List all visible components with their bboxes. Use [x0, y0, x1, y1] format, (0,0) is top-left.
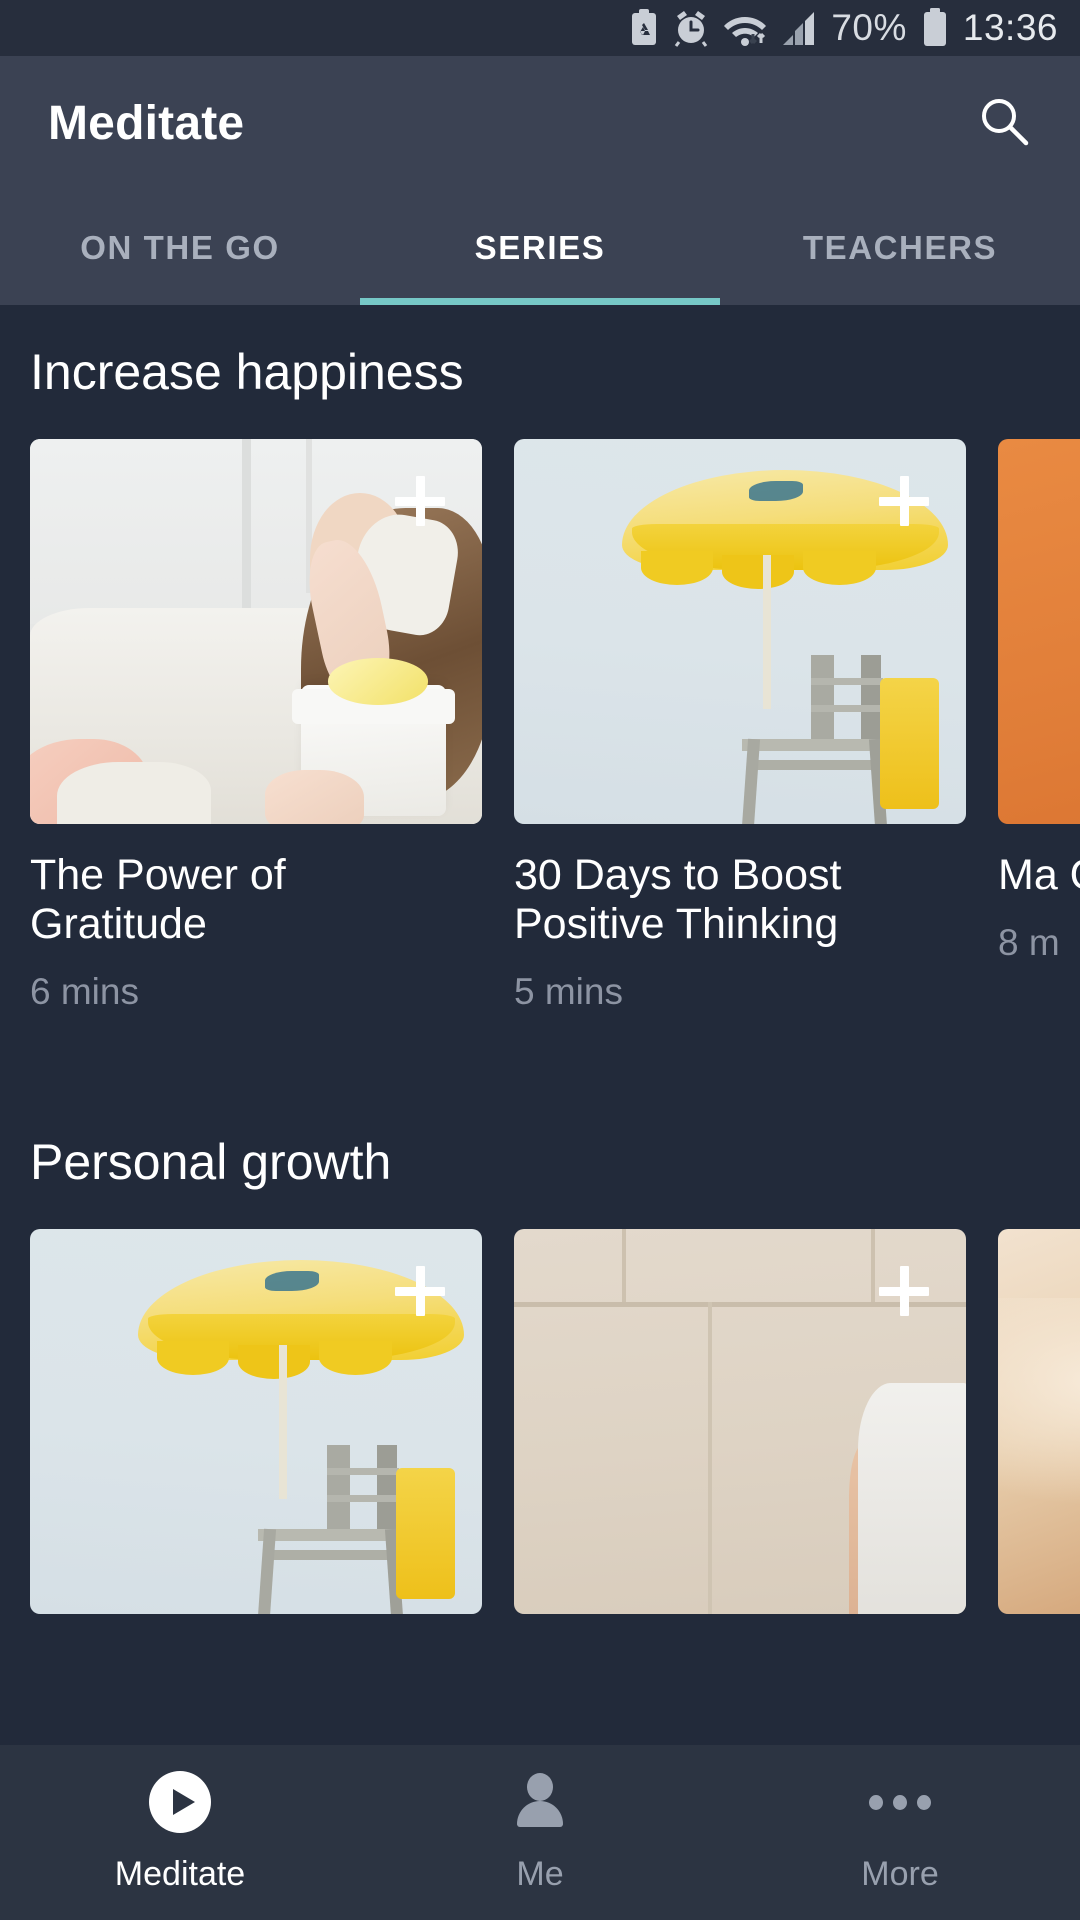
- series-card[interactable]: 30 Days to Boost Positive Thinking 5 min…: [514, 439, 966, 1013]
- person-icon: [509, 1771, 571, 1833]
- tab-label: ON THE GO: [80, 228, 280, 266]
- card-row[interactable]: [0, 1229, 1080, 1615]
- card-thumbnail[interactable]: [30, 1229, 482, 1615]
- series-card[interactable]: [998, 1229, 1080, 1615]
- nav-label: Me: [516, 1855, 564, 1893]
- search-button[interactable]: [972, 91, 1036, 155]
- series-card[interactable]: Ma Gre 8 m: [998, 439, 1080, 1013]
- card-row[interactable]: The Power of Gratitude 6 mins 30 Days to…: [0, 439, 1080, 1013]
- card-duration: 6 mins: [30, 971, 139, 1013]
- app-bar: Meditate: [0, 56, 1080, 190]
- card-thumbnail[interactable]: [514, 1229, 966, 1615]
- cellular-signal-icon: [781, 9, 817, 47]
- series-card[interactable]: [514, 1229, 966, 1615]
- tab-teachers[interactable]: TEACHERS: [720, 190, 1080, 305]
- card-duration: 5 mins: [514, 971, 623, 1013]
- nav-label: Meditate: [114, 1855, 246, 1893]
- card-thumbnail[interactable]: [30, 439, 482, 824]
- series-card[interactable]: [30, 1229, 482, 1615]
- battery-icon: [921, 8, 949, 48]
- card-title: 30 Days to Boost Positive Thinking: [514, 851, 842, 949]
- alarm-clock-icon: [673, 9, 709, 47]
- card-title: Ma Gre: [998, 851, 1080, 899]
- sd-card-icon: [629, 9, 659, 47]
- nav-item-more[interactable]: More: [720, 1771, 1080, 1894]
- tab-bar: ON THE GO SERIES TEACHERS: [0, 190, 1080, 305]
- section-increase-happiness: Increase happiness The Power of Gratitud…: [0, 305, 1080, 1013]
- wifi-icon: [723, 9, 767, 47]
- play-icon: [149, 1771, 211, 1833]
- status-bar: 70% 13:36: [0, 0, 1080, 56]
- bottom-navigation-bar: Meditate Me More: [0, 1745, 1080, 1920]
- page-title: Meditate: [48, 96, 245, 150]
- card-thumbnail[interactable]: [998, 439, 1080, 824]
- section-personal-growth: Personal growth: [0, 1013, 1080, 1615]
- add-to-list-button[interactable]: [392, 1263, 448, 1319]
- tab-label: TEACHERS: [802, 228, 998, 266]
- card-duration: 8 m: [998, 922, 1060, 964]
- search-icon: [978, 95, 1030, 152]
- tab-label: SERIES: [474, 228, 606, 266]
- add-to-list-button[interactable]: [876, 1263, 932, 1319]
- card-thumbnail[interactable]: [998, 1229, 1080, 1615]
- battery-percent-label: 70%: [831, 7, 907, 48]
- nav-label: More: [861, 1855, 939, 1893]
- card-title: The Power of Gratitude: [30, 851, 286, 949]
- tab-series[interactable]: SERIES: [360, 190, 720, 305]
- more-dots-icon: [869, 1771, 931, 1833]
- content-scroll-area[interactable]: Increase happiness The Power of Gratitud…: [0, 305, 1080, 1920]
- section-title: Personal growth: [30, 1134, 392, 1191]
- add-to-list-button[interactable]: [392, 473, 448, 529]
- add-to-list-button[interactable]: [876, 473, 932, 529]
- series-card[interactable]: The Power of Gratitude 6 mins: [30, 439, 482, 1013]
- card-artwork-warm-blur: [998, 1229, 1080, 1615]
- nav-item-me[interactable]: Me: [360, 1771, 720, 1894]
- tab-on-the-go[interactable]: ON THE GO: [0, 190, 360, 305]
- card-artwork-orange: [998, 439, 1080, 824]
- section-title: Increase happiness: [30, 344, 464, 400]
- nav-item-meditate[interactable]: Meditate: [0, 1771, 360, 1894]
- clock-label: 13:36: [962, 7, 1058, 48]
- card-thumbnail[interactable]: [514, 439, 966, 824]
